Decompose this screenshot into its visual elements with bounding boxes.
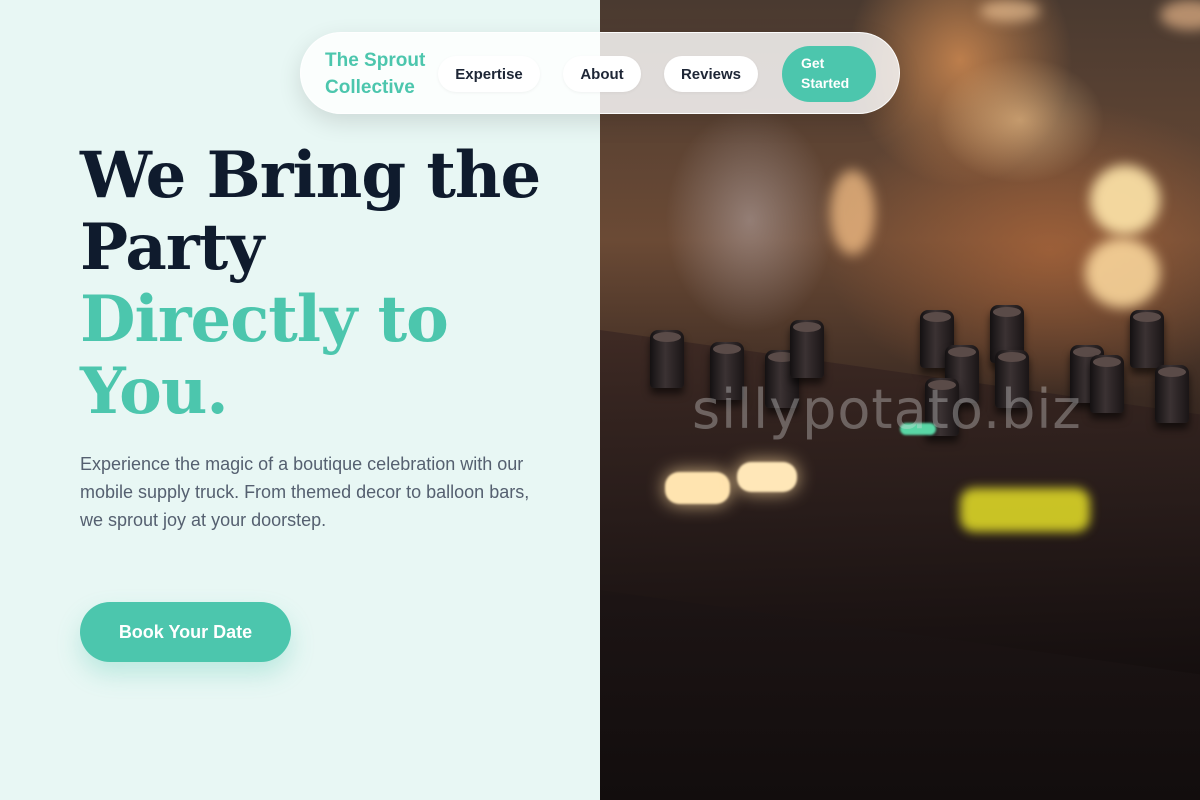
- nav-link-expertise[interactable]: Expertise: [438, 56, 540, 92]
- mixer-pad-light: [737, 462, 797, 492]
- hero-heading: We Bring the Party Directly to You.: [80, 140, 580, 428]
- book-your-date-button[interactable]: Book Your Date: [80, 602, 291, 662]
- mixer-knob: [1130, 310, 1164, 368]
- get-started-button[interactable]: Get Started: [782, 46, 876, 102]
- mixer-pad-light: [960, 488, 1090, 532]
- bokeh-light: [980, 0, 1040, 22]
- nav-link-reviews[interactable]: Reviews: [664, 56, 758, 92]
- nav-link-about[interactable]: About: [563, 56, 641, 92]
- hero-heading-line-dark: We Bring the Party: [80, 138, 541, 285]
- mixer-knob: [1155, 365, 1189, 423]
- mixer-knob: [790, 320, 824, 378]
- top-navigation: The Sprout Collective Expertise About Re…: [300, 32, 900, 114]
- bokeh-light: [830, 170, 875, 255]
- bokeh-light: [1160, 0, 1200, 30]
- mixer-knob: [650, 330, 684, 388]
- watermark-text: sillypotato.biz: [692, 378, 1082, 441]
- mixer-knob: [1090, 355, 1124, 413]
- hero-heading-line-accent: Directly to You.: [80, 282, 449, 429]
- hero-description: Experience the magic of a boutique celeb…: [80, 454, 530, 530]
- brand-logo-text[interactable]: The Sprout Collective: [325, 47, 445, 101]
- mixer-pad-light: [665, 472, 730, 504]
- bokeh-light: [1090, 165, 1160, 235]
- hero-photo: sillypotato.biz: [600, 0, 1200, 800]
- bokeh-light: [1085, 238, 1160, 308]
